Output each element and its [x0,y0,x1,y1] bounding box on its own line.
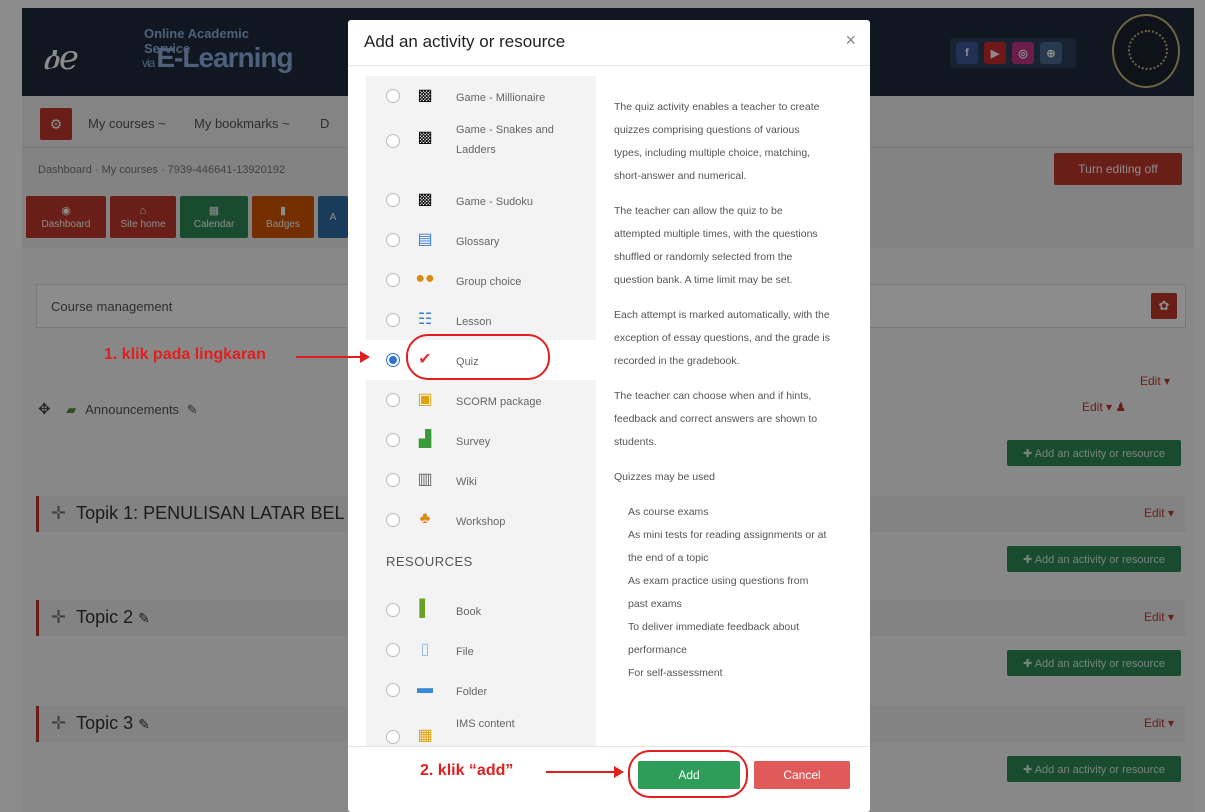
game-icon: ▩ [417,129,433,146]
dialog-title: Add an activity or resource [364,32,566,51]
radio-button[interactable] [386,273,400,287]
list-item: As course exams [628,506,709,518]
option-label: Folder [456,686,488,698]
radio-button[interactable] [386,730,400,744]
option-label: Survey [456,436,491,448]
scorm-icon: ▣ [417,391,433,408]
wiki-icon: ▥ [417,471,433,488]
option-label: File [456,646,474,658]
option-label: Group choice [456,276,522,288]
activity-description: The quiz activity enables a teacher to c… [596,76,844,746]
radio-button-selected[interactable] [386,353,400,367]
radio-button[interactable] [386,473,400,487]
annotation-arrowhead [614,766,624,778]
radio-button[interactable] [386,313,400,327]
option-label: Workshop [456,516,506,528]
group-choice-icon: ●● [415,270,435,287]
option-book[interactable]: ▌ Book [366,590,596,630]
option-label: IMS content [456,718,515,730]
lesson-icon: ☷ [417,311,433,328]
annotation-arrow-line [546,771,614,773]
option-file[interactable]: ▯ File [366,630,596,670]
radio-button[interactable] [386,89,400,103]
option-label: Book [456,606,482,618]
list-item: As exam practice using questions from pa… [628,575,809,610]
description-paragraph: The quiz activity enables a teacher to c… [614,101,820,182]
radio-button[interactable] [386,393,400,407]
folder-icon: ▬ [417,680,433,697]
game-icon: ▩ [417,87,433,104]
file-icon: ▯ [420,641,430,658]
resources-heading: RESOURCES [386,554,473,569]
list-item: As mini tests for reading assignments or… [628,529,827,564]
option-label: Wiki [456,476,477,488]
option-ims-content[interactable]: ▦ IMS content [366,710,596,746]
activity-option-list[interactable]: ▩ Game - Millionaire ▩ Game - Snakes and… [366,76,596,746]
game-icon: ▩ [417,191,433,208]
option-label: Game - Sudoku [456,196,534,208]
list-item: To deliver immediate feedback about perf… [628,621,800,656]
annotation-arrowhead [360,351,370,363]
book-icon: ▌ [419,600,431,617]
option-game-sudoku[interactable]: ▩ Game - Sudoku [366,180,596,220]
ims-content-icon: ▦ [417,727,433,744]
option-label: Game - Millionaire [456,92,546,104]
survey-icon: ▟ [418,431,432,448]
option-label: Glossary [456,236,500,248]
annotation-arrow-line [296,356,360,358]
workshop-icon: ♣ [419,510,431,527]
option-survey[interactable]: ▟ Survey [366,420,596,460]
quiz-uses-list: As course exams As mini tests for readin… [614,501,830,685]
option-workshop[interactable]: ♣ Workshop [366,500,596,540]
description-paragraph: Quizzes may be used [614,471,715,483]
option-label: Game - Snakes and Ladders [456,124,554,156]
annotation-circle-quiz [406,334,550,380]
description-paragraph: The teacher can choose when and if hints… [614,390,818,448]
radio-button[interactable] [386,433,400,447]
activity-chooser-dialog: Add an activity or resource × ▩ Game - M… [348,20,870,812]
option-wiki[interactable]: ▥ Wiki [366,460,596,500]
close-icon[interactable]: × [845,30,856,51]
radio-button[interactable] [386,643,400,657]
annotation-circle-add [628,750,748,798]
option-game-snakes-ladders[interactable]: ▩ Game - Snakes and Ladders [366,116,596,168]
radio-button[interactable] [386,134,400,148]
radio-button[interactable] [386,683,400,697]
description-paragraph: The teacher can allow the quiz to be att… [614,205,818,286]
option-game-millionaire[interactable]: ▩ Game - Millionaire [366,76,596,116]
option-label: Lesson [456,316,492,328]
radio-button[interactable] [386,233,400,247]
radio-button[interactable] [386,193,400,207]
list-item: For self-assessment [628,667,723,679]
option-group-choice[interactable]: ●● Group choice [366,260,596,300]
annotation-step1: 1. klik pada lingkaran [104,346,266,363]
option-scorm[interactable]: ▣ SCORM package [366,380,596,420]
option-glossary[interactable]: ▤ Glossary [366,220,596,260]
option-folder[interactable]: ▬ Folder [366,670,596,710]
option-label: SCORM package [456,396,542,408]
radio-button[interactable] [386,603,400,617]
cancel-button[interactable]: Cancel [754,761,850,789]
description-paragraph: Each attempt is marked automatically, wi… [614,309,830,367]
annotation-step2: 2. klik “add” [420,762,514,779]
glossary-icon: ▤ [417,231,433,248]
dialog-header: Add an activity or resource × [348,20,870,66]
radio-button[interactable] [386,513,400,527]
